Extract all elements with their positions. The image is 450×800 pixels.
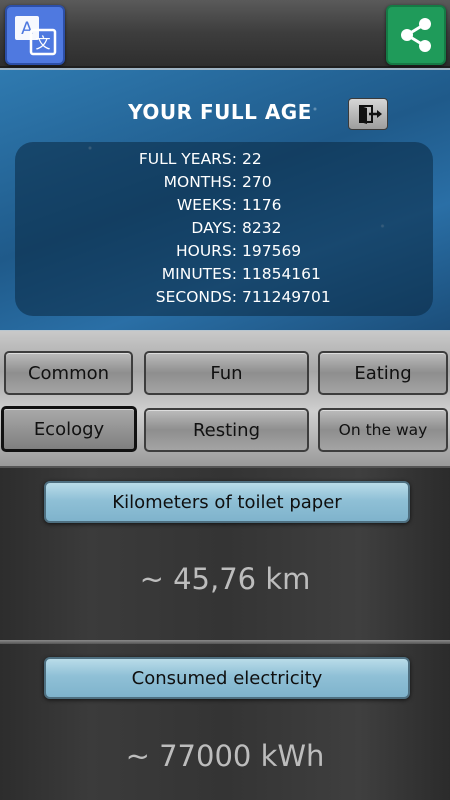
stat-label: MONTHS: <box>163 173 237 191</box>
stat-value: 1176 <box>242 196 282 214</box>
age-stats-box: FULL YEARS: 22 MONTHS: 270 WEEKS: 1176 D… <box>15 142 433 316</box>
stat-label: DAYS: <box>191 219 237 237</box>
stat-label: WEEKS: <box>176 196 237 214</box>
age-panel: YOUR FULL AGE FULL YEARS: 22 MONTHS: 270… <box>0 68 450 333</box>
fact-title: Consumed electricity <box>44 657 410 699</box>
fact-card: Consumed electricity ~ 77000 kWh <box>0 644 450 800</box>
fact-value: ~ 45,76 km <box>139 562 311 596</box>
category-fun-button[interactable]: Fun <box>144 351 309 395</box>
category-ecology-button[interactable]: Ecology <box>1 406 137 452</box>
exit-button[interactable] <box>348 98 388 130</box>
category-common-button[interactable]: Common <box>4 351 133 395</box>
category-on-the-way-button[interactable]: On the way <box>318 408 448 452</box>
stat-row: WEEKS: 1176 <box>15 196 433 219</box>
fact-value: ~ 77000 kWh <box>125 739 325 773</box>
stat-value: 22 <box>242 150 262 168</box>
stat-label: MINUTES: <box>161 265 237 283</box>
stat-row: DAYS: 8232 <box>15 219 433 242</box>
stat-row: SECONDS: 711249701 <box>15 288 433 311</box>
category-eating-button[interactable]: Eating <box>318 351 448 395</box>
category-buttons: Common Fun Eating Ecology Resting On the… <box>0 331 450 468</box>
stat-label: SECONDS: <box>155 288 237 306</box>
translate-icon: A 文 <box>15 16 57 56</box>
stat-label: FULL YEARS: <box>138 150 237 168</box>
exit-icon <box>359 105 382 124</box>
fact-card: Kilometers of toilet paper ~ 45,76 km <box>0 468 450 640</box>
translate-button[interactable]: A 文 <box>5 5 65 65</box>
stat-label: HOURS: <box>175 242 237 260</box>
share-button[interactable] <box>386 5 446 65</box>
stat-row: FULL YEARS: 22 <box>15 150 433 173</box>
stat-row: MINUTES: 11854161 <box>15 265 433 288</box>
stat-value: 197569 <box>242 242 302 260</box>
stat-value: 11854161 <box>242 265 321 283</box>
stat-value: 711249701 <box>242 288 331 306</box>
top-bar: A 文 <box>0 0 450 68</box>
stat-value: 270 <box>242 173 272 191</box>
share-icon <box>401 18 431 52</box>
stat-row: HOURS: 197569 <box>15 242 433 265</box>
stat-value: 8232 <box>242 219 282 237</box>
svg-text:文: 文 <box>35 34 50 52</box>
stat-row: MONTHS: 270 <box>15 173 433 196</box>
fact-title: Kilometers of toilet paper <box>44 481 410 523</box>
category-resting-button[interactable]: Resting <box>144 408 309 452</box>
